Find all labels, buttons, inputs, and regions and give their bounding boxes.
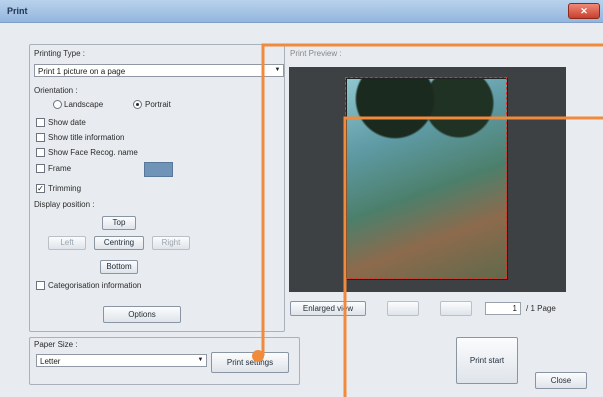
frame-color-swatch[interactable] [144,162,173,177]
position-left-button[interactable]: Left [48,236,86,250]
categorisation-label: Categorisation information [48,281,142,290]
printing-type-label: Printing Type : [34,49,85,58]
print-settings-button[interactable]: Print settings [211,352,289,373]
close-button[interactable]: Close [535,372,587,389]
paper-size-select[interactable]: Letter ▼ [36,354,207,367]
check-icon: ✓ [37,184,44,193]
display-position-label: Display position : [34,200,95,209]
position-top-button[interactable]: Top [102,216,136,230]
page-number-field[interactable]: 1 [485,302,521,315]
categorisation-checkbox[interactable] [36,281,45,290]
printing-type-select[interactable]: Print 1 picture on a page ▼ [34,64,284,77]
paper-size-value: Letter [40,357,61,366]
orientation-label: Orientation : [34,86,78,95]
enlarged-view-button[interactable]: Enlarged view [290,301,366,316]
show-title-checkbox[interactable] [36,133,45,142]
printing-type-value: Print 1 picture on a page [38,67,126,76]
show-title-label: Show title information [48,133,125,142]
portrait-radio[interactable] [133,100,142,109]
window-title: Print [7,6,28,16]
next-page-button[interactable] [440,301,472,316]
landscape-label: Landscape [64,100,104,109]
paper-size-label: Paper Size : [34,340,78,349]
title-bar: Print ✕ [0,0,603,23]
show-face-checkbox[interactable] [36,148,45,157]
print-preview-label: Print Preview : [290,49,342,58]
frame-label: Frame [48,164,72,173]
close-icon: ✕ [580,6,588,16]
show-date-label: Show date [48,118,86,127]
chevron-down-icon: ▼ [197,357,204,363]
show-face-label: Show Face Recog. name [48,148,138,157]
trimming-label: Trimming [48,184,82,193]
show-date-checkbox[interactable] [36,118,45,127]
portrait-label: Portrait [145,100,171,109]
landscape-radio[interactable] [53,100,62,109]
position-bottom-button[interactable]: Bottom [100,260,138,274]
options-button[interactable]: Options [103,306,181,323]
window-close-button[interactable]: ✕ [568,3,600,19]
frame-checkbox[interactable] [36,164,45,173]
position-right-button[interactable]: Right [152,236,190,250]
trimming-checkbox[interactable]: ✓ [36,184,45,193]
print-start-button[interactable]: Print start [456,337,518,384]
chevron-down-icon: ▼ [274,67,281,73]
page-total-label: / 1 Page [526,304,556,313]
position-centring-button[interactable]: Centring [94,236,144,250]
prev-page-button[interactable] [387,301,419,316]
trim-frame[interactable] [345,77,507,279]
